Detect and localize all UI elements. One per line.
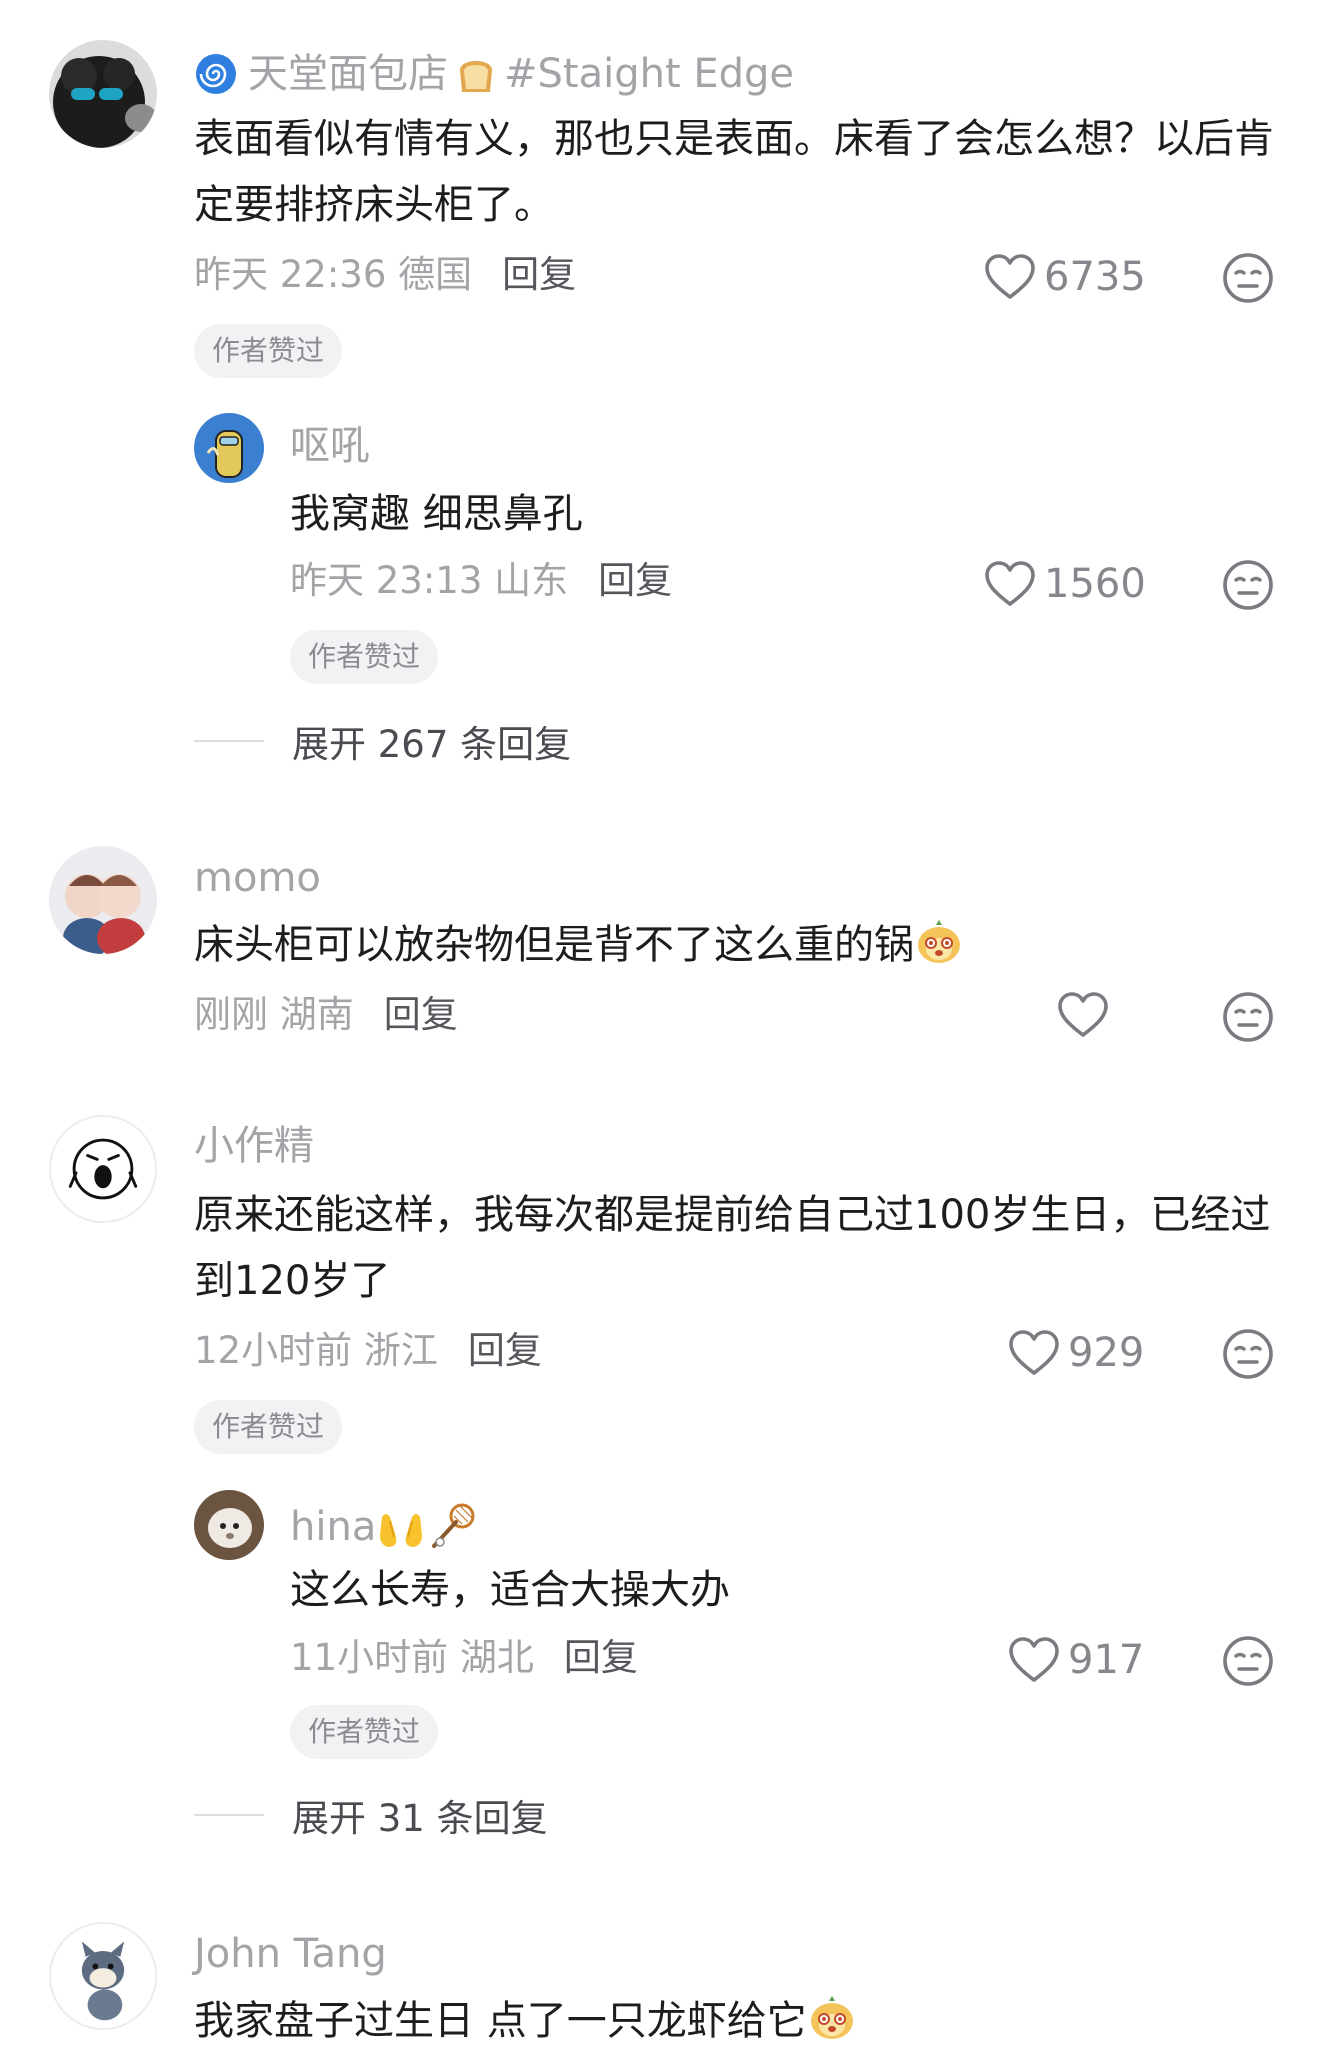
comment-text-row: 床头柜可以放杂物但是背不了这么重的锅 xyxy=(194,912,964,978)
comment-text: 表面看似有情有义，那也只是表面。床看了会怎么想？以后肯定要排挤床头柜了。 xyxy=(194,116,1274,228)
comment-text: 原来还能这样，我每次都是提前给自己过100岁生日，已经过到120岁了 xyxy=(194,1192,1271,1304)
dislike-button[interactable] xyxy=(1221,251,1275,305)
reply-meta: 昨天 23:13 山东 回复 xyxy=(290,562,672,599)
avatar[interactable] xyxy=(194,1490,264,1560)
comment-text: 我家盘子过生日 点了一只龙虾给它 xyxy=(194,1998,807,2044)
bear-emoji-icon xyxy=(914,916,964,966)
comment-text-row: 我家盘子过生日 点了一只龙虾给它 xyxy=(194,1988,857,2054)
dislike-face-icon xyxy=(1221,558,1275,612)
avatar[interactable] xyxy=(194,413,264,483)
like-button[interactable]: 929 xyxy=(1008,1329,1144,1377)
like-count: 929 xyxy=(1068,1330,1145,1376)
reply-button[interactable]: 回复 xyxy=(564,1636,638,1679)
username-tag: #Staight Edge xyxy=(504,51,795,97)
avatar[interactable] xyxy=(49,40,157,148)
reply-button[interactable]: 回复 xyxy=(468,1329,542,1372)
dislike-button[interactable] xyxy=(1221,990,1275,1044)
badminton-emoji-icon xyxy=(432,1503,475,1548)
heart-icon xyxy=(1008,1329,1060,1377)
comment-meta: 刚刚 湖南 回复 xyxy=(194,996,458,1033)
like-count: 6735 xyxy=(1044,254,1146,300)
comment-meta: 昨天 22:36 德国 回复 xyxy=(194,256,576,293)
comment-time: 昨天 22:36 德国 xyxy=(194,253,473,296)
username-text: 天堂面包店 xyxy=(248,51,448,97)
like-count: 1560 xyxy=(1044,561,1146,607)
like-button[interactable]: 6735 xyxy=(984,253,1146,301)
comment-username[interactable]: 天堂面包店 #Staight Edge xyxy=(194,50,794,98)
divider-line xyxy=(194,1814,264,1816)
like-button[interactable]: 917 xyxy=(1008,1636,1144,1684)
dislike-button[interactable] xyxy=(1221,1634,1275,1688)
dislike-face-icon xyxy=(1221,1634,1275,1688)
comment-username[interactable]: 小作精 xyxy=(194,1126,314,1166)
expand-replies-button[interactable]: 展开 31 条回复 xyxy=(194,1788,548,1842)
expand-label: 展开 31 条回复 xyxy=(292,1797,548,1840)
reply-button[interactable]: 回复 xyxy=(384,993,458,1036)
heart-icon xyxy=(984,560,1036,608)
author-liked-badge: 作者赞过 xyxy=(194,1400,343,1454)
reply-button[interactable]: 回复 xyxy=(502,253,576,296)
avatar[interactable] xyxy=(49,1922,157,2030)
comment-meta: 12小时前 浙江 回复 xyxy=(194,1332,542,1369)
reply-button[interactable]: 回复 xyxy=(598,559,672,602)
like-count: 917 xyxy=(1068,1637,1145,1683)
dislike-face-icon xyxy=(1221,1327,1275,1381)
comment-username[interactable]: John Tang xyxy=(194,1934,387,1974)
reply-username[interactable]: 呕吼 xyxy=(290,426,370,466)
reply-meta: 11小时前 湖北 回复 xyxy=(290,1639,638,1676)
heart-icon xyxy=(1057,991,1109,1039)
dislike-face-icon xyxy=(1221,990,1275,1044)
dislike-face-icon xyxy=(1221,251,1275,305)
avatar[interactable] xyxy=(49,846,157,954)
dislike-button[interactable] xyxy=(1221,558,1275,612)
expand-label: 展开 267 条回复 xyxy=(292,723,572,766)
bread-emoji-icon xyxy=(460,61,492,92)
bear-emoji-icon xyxy=(807,1992,857,2042)
author-liked-badge: 作者赞过 xyxy=(194,324,343,378)
comment-text: 床头柜可以放杂物但是背不了这么重的锅 xyxy=(194,922,914,968)
dislike-button[interactable] xyxy=(1221,1327,1275,1381)
reply-time: 11小时前 湖北 xyxy=(290,1636,534,1679)
reply-text: 这么长寿，适合大操大办 xyxy=(290,1567,730,1613)
author-liked-badge: 作者赞过 xyxy=(290,1705,439,1759)
like-button[interactable] xyxy=(1057,991,1109,1039)
like-button[interactable]: 1560 xyxy=(984,560,1146,608)
reply-username-row[interactable]: hina xyxy=(290,1502,476,1552)
reply-username: hina xyxy=(290,1504,377,1550)
divider-line xyxy=(194,740,264,742)
heart-icon xyxy=(984,253,1036,301)
clap-emoji-icon xyxy=(380,1514,423,1547)
reply-text: 我窝趣 细思鼻孔 xyxy=(290,491,583,537)
comment-time: 12小时前 浙江 xyxy=(194,1329,438,1372)
expand-replies-button[interactable]: 展开 267 条回复 xyxy=(194,714,571,768)
avatar[interactable] xyxy=(49,1115,157,1223)
reply-time: 昨天 23:13 山东 xyxy=(290,559,569,602)
heart-icon xyxy=(1008,1636,1060,1684)
author-liked-badge: 作者赞过 xyxy=(290,630,439,684)
comment-time: 刚刚 湖南 xyxy=(194,993,354,1036)
spiral-emoji-icon xyxy=(196,54,236,94)
comment-username[interactable]: momo xyxy=(194,858,321,898)
